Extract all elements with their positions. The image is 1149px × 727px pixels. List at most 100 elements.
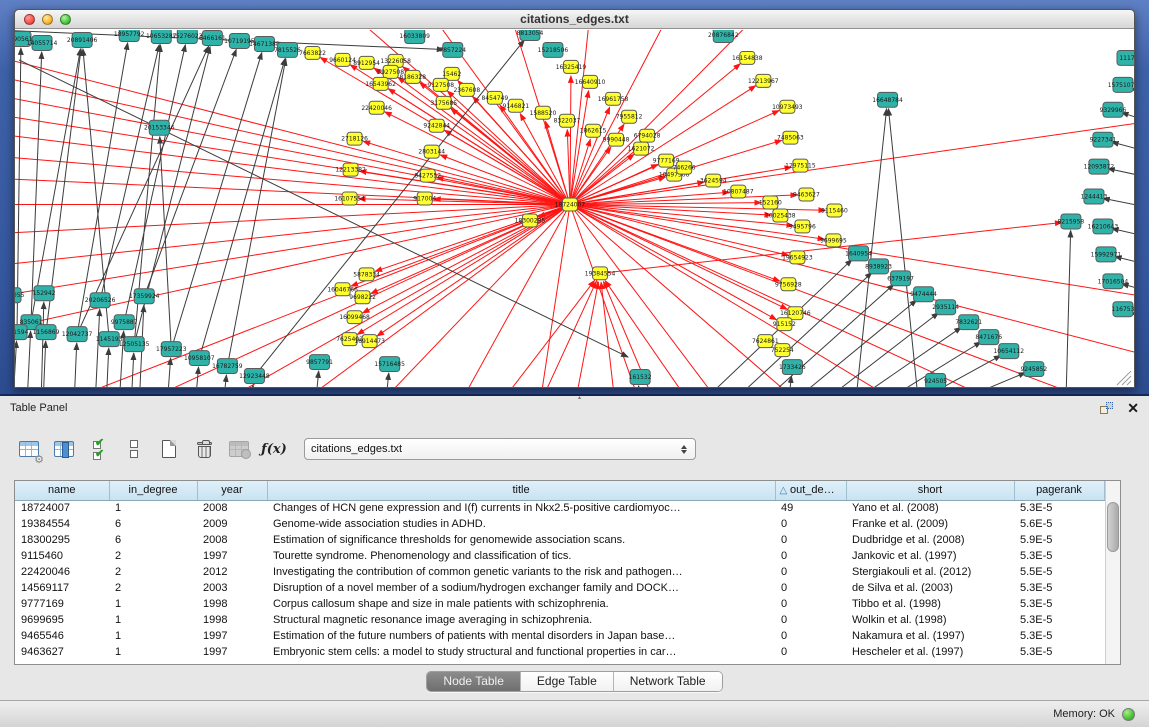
- network-view-window[interactable]: citations_edges.txt 18724007766382296601…: [14, 9, 1135, 388]
- window-titlebar[interactable]: citations_edges.txt: [15, 10, 1134, 29]
- graph-edge[interactable]: [124, 45, 185, 322]
- table-cell[interactable]: 5.3E-5: [1014, 580, 1104, 596]
- select-all-columns-button[interactable]: ✔ ✔: [86, 436, 112, 462]
- graph-node[interactable]: 10025438: [765, 209, 796, 222]
- graph-edge[interactable]: [15, 72, 570, 205]
- table-cell[interactable]: 1997: [197, 548, 267, 564]
- graph-node[interactable]: 116753: [1112, 302, 1134, 317]
- table-cell[interactable]: 1997: [197, 644, 267, 660]
- delete-columns-button[interactable]: [191, 436, 217, 462]
- graph-edge[interactable]: [1103, 198, 1134, 209]
- graph-node[interactable]: 9227341: [1090, 132, 1117, 147]
- table-cell[interactable]: de Silva et al. (2003): [846, 580, 1014, 596]
- table-cell[interactable]: 9777169: [15, 596, 109, 612]
- graph-node[interactable]: 15751074: [1108, 77, 1134, 92]
- table-cell[interactable]: Investigating the contribution of common…: [267, 564, 775, 580]
- table-cell[interactable]: 9465546: [15, 628, 109, 644]
- graph-edge[interactable]: [106, 348, 109, 387]
- graph-node[interactable]: 9756928: [775, 278, 802, 291]
- graph-node[interactable]: 8471676: [975, 330, 1002, 345]
- table-row[interactable]: 2242004622012Investigating the contribut…: [15, 564, 1104, 580]
- graph-node[interactable]: 152160: [759, 196, 782, 209]
- table-row[interactable]: 946362711997Embryonic stem cells: a mode…: [15, 644, 1104, 660]
- table-cell[interactable]: 1: [109, 644, 197, 660]
- graph-edge[interactable]: [570, 205, 1101, 387]
- graph-edge[interactable]: [601, 282, 615, 387]
- graph-node[interactable]: 8938923: [865, 259, 892, 274]
- table-cell[interactable]: 1: [109, 596, 197, 612]
- table-cell[interactable]: 5.3E-5: [1014, 612, 1104, 628]
- graph-node[interactable]: 7857224: [439, 42, 466, 57]
- table-cell[interactable]: 19384554: [15, 516, 109, 532]
- graph-node[interactable]: 1156869: [33, 325, 60, 340]
- table-cell[interactable]: Changes of HCN gene expression and I(f) …: [267, 500, 775, 516]
- graph-edge[interactable]: [95, 309, 100, 387]
- graph-edge[interactable]: [1122, 284, 1134, 295]
- graph-node[interactable]: 9660124: [329, 53, 356, 66]
- graph-edge[interactable]: [460, 205, 570, 387]
- table-cell[interactable]: 1997: [197, 628, 267, 644]
- graph-node[interactable]: 16648784: [872, 92, 903, 107]
- graph-node[interactable]: 15992971: [1091, 247, 1122, 262]
- table-scrollbar[interactable]: [1105, 481, 1120, 664]
- graph-node[interactable]: 7832621: [955, 315, 982, 330]
- graph-edge[interactable]: [41, 302, 44, 387]
- table-cell[interactable]: Structural magnetic resonance image aver…: [267, 612, 775, 628]
- graph-node[interactable]: 924505: [924, 374, 947, 387]
- table-cell[interactable]: 0: [775, 516, 846, 532]
- graph-node[interactable]: 5878334: [353, 268, 380, 281]
- graph-node[interactable]: 1588520: [530, 106, 557, 119]
- graph-node[interactable]: 7485063: [777, 131, 804, 144]
- graph-node[interactable]: 22420046: [361, 101, 392, 114]
- table-cell[interactable]: 9699695: [15, 612, 109, 628]
- table-cell[interactable]: 6: [109, 516, 197, 532]
- graph-edge[interactable]: [227, 59, 285, 366]
- table-cell[interactable]: 14569117: [15, 580, 109, 596]
- table-row[interactable]: 977716911998Corpus callosum shape and si…: [15, 596, 1104, 612]
- float-panel-icon[interactable]: [1100, 402, 1113, 414]
- graph-node[interactable]: 12042737: [62, 327, 93, 342]
- close-panel-icon[interactable]: ✕: [1127, 401, 1139, 415]
- graph-node[interactable]: 3175685: [430, 96, 457, 109]
- graph-node[interactable]: 16961758: [598, 92, 629, 105]
- graph-node[interactable]: 17359924: [129, 289, 160, 304]
- graph-node[interactable]: 8912954: [353, 56, 380, 69]
- graph-edge[interactable]: [570, 205, 777, 320]
- column-header-name[interactable]: name: [15, 481, 109, 500]
- table-cell[interactable]: Wolkin et al. (1998): [846, 612, 1014, 628]
- graph-edge[interactable]: [1112, 142, 1134, 155]
- table-cell[interactable]: 18300295: [15, 532, 109, 548]
- graph-node[interactable]: 6466161: [199, 30, 226, 45]
- graph-node[interactable]: 12093872: [1084, 159, 1115, 174]
- graph-edge[interactable]: [386, 373, 389, 387]
- graph-node[interactable]: 9329966: [1100, 102, 1127, 117]
- graph-node[interactable]: 15218506: [538, 42, 569, 57]
- graph-node[interactable]: 8322037: [554, 114, 581, 127]
- show-columns-button[interactable]: [51, 436, 77, 462]
- graph-node[interactable]: 7815526: [274, 42, 301, 57]
- table-cell[interactable]: 0: [775, 644, 846, 660]
- table-row[interactable]: 1456911722003Disruption of a novel membe…: [15, 580, 1104, 596]
- graph-node[interactable]: 20876842: [708, 30, 739, 42]
- graph-node[interactable]: 9990448: [603, 133, 630, 146]
- graph-edge[interactable]: [888, 109, 918, 387]
- table-cell[interactable]: 2009: [197, 516, 267, 532]
- create-new-column-button[interactable]: [156, 436, 182, 462]
- table-cell[interactable]: 0: [775, 628, 846, 644]
- graph-node[interactable]: 6379197: [887, 271, 914, 286]
- graph-node[interactable]: 7663822: [299, 46, 326, 59]
- graph-edge[interactable]: [27, 331, 31, 387]
- graph-edge[interactable]: [385, 112, 570, 205]
- graph-node[interactable]: 9245852: [1020, 362, 1047, 377]
- graph-node[interactable]: 9474444: [910, 287, 937, 302]
- graph-node[interactable]: 10654112: [994, 344, 1025, 359]
- graph-edge[interactable]: [223, 375, 226, 387]
- graph-node[interactable]: 16154838: [732, 51, 763, 64]
- unselect-all-columns-button[interactable]: [121, 436, 147, 462]
- column-header-title[interactable]: title: [267, 481, 775, 500]
- graph-node[interactable]: 16099468: [339, 311, 370, 324]
- graph-edge[interactable]: [15, 52, 570, 205]
- table-cell[interactable]: 5.3E-5: [1014, 596, 1104, 612]
- graph-edge[interactable]: [380, 205, 570, 387]
- graph-node[interactable]: 19384554: [585, 267, 616, 280]
